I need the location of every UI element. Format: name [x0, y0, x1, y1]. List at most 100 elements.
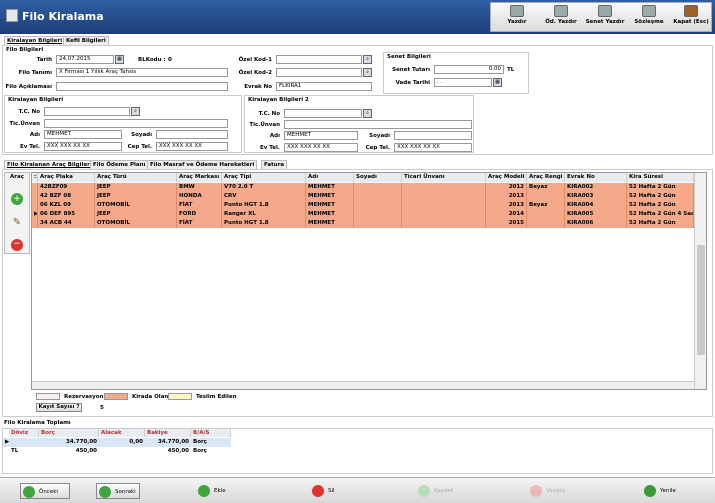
scroll-thumb[interactable]	[697, 245, 705, 355]
kiralayan-evtel-field[interactable]: XXX XXX XX XX	[44, 142, 122, 151]
tab-fatura[interactable]: Fatura	[261, 160, 288, 169]
tab-arac-bilgileri[interactable]: Filo Kiralanan Araç Bilgileri	[4, 160, 95, 169]
col-header[interactable]: Araç Plaka	[38, 173, 95, 182]
col-header[interactable]: Araç Markası	[177, 173, 222, 182]
refresh-button[interactable]: Yenile	[642, 483, 688, 499]
totals-cell: TL	[11, 448, 19, 454]
kiralayan-ceptel-field[interactable]: XXX XXX XX XX	[156, 142, 228, 151]
table-row[interactable]: 42BZF09 JEEP BMW V70 2.0 T MEHMET 2012 Beyaz KI…	[32, 183, 694, 192]
vertical-scrollbar[interactable]	[694, 173, 706, 389]
totals-col-header[interactable]: Bakiye	[145, 429, 191, 437]
table-row[interactable]: 06 KZL 09 OTOMOBİL FİAT Punto HGT 1.8 MEHMET…	[32, 201, 694, 210]
kiralayan2-unvan-field[interactable]	[284, 120, 472, 129]
checkmark-icon	[418, 485, 430, 497]
kiralayan2-evtel-field[interactable]: XXX XXX XX XX	[284, 143, 358, 152]
next-button[interactable]: Sonraki	[96, 483, 140, 499]
blkodu-label: BLKodu :	[138, 57, 166, 63]
search-icon[interactable]: ⌕	[363, 68, 372, 77]
table-cell: MEHMET	[306, 201, 354, 210]
search-icon[interactable]: ⌕	[363, 55, 372, 64]
totals-col-header[interactable]: Alacak	[99, 429, 145, 437]
tanim-field[interactable]: X Firması 1 Yıllık Araç Tahsis	[56, 68, 228, 77]
search-icon[interactable]: ⌕	[363, 109, 372, 118]
totals-row[interactable]: TL 450,00 450,00 Borç	[3, 447, 231, 456]
print-payment-button[interactable]: Öd. Yazdır	[539, 5, 583, 31]
aciklama-field[interactable]	[56, 82, 228, 91]
add-button[interactable]: Ekle	[196, 483, 236, 499]
col-header[interactable]: Adı	[306, 173, 354, 182]
calendar-icon[interactable]: ▦	[493, 78, 502, 87]
totals-col-header[interactable]: Borç	[39, 429, 99, 437]
table-row[interactable]: ▶ 06 DEF 895 JEEP FORD Ranger XL MEHMET 2014 KI…	[32, 210, 694, 219]
kiralayan2-adi-field[interactable]: MEHMET	[284, 131, 358, 140]
kiralayan2-tc-field[interactable]	[284, 109, 362, 118]
kiralayan-ceptel-label: Cep Tel.	[127, 144, 152, 150]
table-cell: MEHMET	[306, 210, 354, 219]
table-cell	[402, 210, 486, 219]
table-cell: JEEP	[95, 210, 177, 219]
table-row[interactable]: 34 ACB 44 OTOMOBİL FİAT Punto HGT 1.8 MEHMET…	[32, 219, 694, 228]
table-cell	[402, 219, 486, 228]
totals-col-header[interactable]: Döviz	[9, 429, 39, 437]
table-cell: Beyaz	[527, 201, 565, 210]
printer-icon	[598, 5, 612, 17]
tab-kefil-bilgileri[interactable]: Kefil Bilgileri	[63, 36, 109, 45]
ozel1-field[interactable]	[276, 55, 362, 64]
kiralayan-unvan-field[interactable]	[44, 119, 228, 128]
calendar-icon[interactable]: ▦	[115, 55, 124, 64]
vade-field[interactable]: . .	[434, 78, 492, 87]
totals-col-header[interactable]: B/A/S	[191, 429, 231, 437]
col-header[interactable]: Evrak No	[565, 173, 627, 182]
table-cell: KIRA005	[565, 210, 627, 219]
table-cell: 52 Hafta 2 Gün	[627, 219, 694, 228]
col-header[interactable]: Araç Modeli	[486, 173, 527, 182]
totals-cell: 450,00	[75, 448, 97, 454]
add-icon[interactable]: +	[11, 193, 23, 205]
print-button[interactable]: Yazdır	[495, 5, 539, 31]
close-button[interactable]: Kapat (Esc)	[669, 5, 713, 31]
table-row[interactable]: 42 BZF 08 JEEP HONDA CRV MEHMET 2013 KIRA003 52…	[32, 192, 694, 201]
tarih-field[interactable]: 24.07.2015	[56, 55, 114, 64]
col-header[interactable]: Araç Rengi	[527, 173, 565, 182]
contract-button[interactable]: Sözleşme	[627, 5, 671, 31]
totals-row[interactable]: ▶ 34.770,00 0,00 34.770,00 Borç	[3, 438, 231, 447]
col-header[interactable]: Araç Tipi	[222, 173, 306, 182]
table-cell: 2013	[486, 201, 527, 210]
cancel-button[interactable]: Vazgeç	[528, 483, 576, 499]
table-cell: 2013	[486, 192, 527, 201]
col-header[interactable]: Kira Süresi	[627, 173, 694, 182]
senet-tutar-field[interactable]: 0,00	[434, 65, 504, 74]
table-cell: Punto HGT 1.8	[222, 219, 306, 228]
evrak-field[interactable]: FLKIRA1	[276, 82, 372, 91]
col-header[interactable]: Araç Türü	[95, 173, 177, 182]
edit-pencil-icon[interactable]: ✎	[11, 217, 23, 229]
tab-masraf[interactable]: Filo Masraf ve Ödeme Hareketleri	[147, 160, 258, 169]
col-header[interactable]: Ticari Ünvanı	[402, 173, 486, 182]
print-bond-button[interactable]: Senet Yazdır	[583, 5, 627, 31]
kiralayan-adi-field[interactable]: MEHMET	[44, 130, 122, 139]
col-header[interactable]: Soyadı	[354, 173, 402, 182]
table-cell	[354, 210, 402, 219]
save-button[interactable]: Kaydet	[416, 483, 464, 499]
tab-odeme-plani[interactable]: Filo Ödeme Planı	[90, 160, 149, 169]
ozel2-field[interactable]	[276, 68, 362, 77]
kiralayan2-soyadi-field[interactable]	[394, 131, 472, 140]
horizontal-scrollbar[interactable]	[32, 381, 694, 389]
tanim-label: Filo Tanımı	[18, 70, 52, 76]
table-cell	[354, 183, 402, 192]
app-icon	[6, 9, 18, 22]
previous-button[interactable]: Önceki	[20, 483, 70, 499]
arrow-left-icon	[23, 486, 35, 498]
tab-kiralayan-bilgileri[interactable]: Kiralayan Bilgileri	[4, 36, 66, 45]
kiralayan-evtel-label: Ev Tel.	[20, 144, 40, 150]
table-cell: 52 Hafta 2 Gün	[627, 192, 694, 201]
kayit-sayisi-button[interactable]: Kayıt Sayısı ?	[36, 403, 82, 412]
kiralayan-soyadi-field[interactable]	[156, 130, 228, 139]
remove-icon[interactable]: −	[11, 239, 23, 251]
delete-button[interactable]: Sil	[310, 483, 350, 499]
evrak-label: Evrak No	[244, 84, 272, 90]
search-icon[interactable]: ⌕	[131, 107, 140, 116]
kiralayan2-ceptel-field[interactable]: XXX XXX XX XX	[394, 143, 472, 152]
kiralayan-tc-field[interactable]	[44, 107, 130, 116]
filo-kiralama-window: Filo Kiralama Yazdır Öd. Yazdır Senet Ya…	[0, 0, 715, 503]
